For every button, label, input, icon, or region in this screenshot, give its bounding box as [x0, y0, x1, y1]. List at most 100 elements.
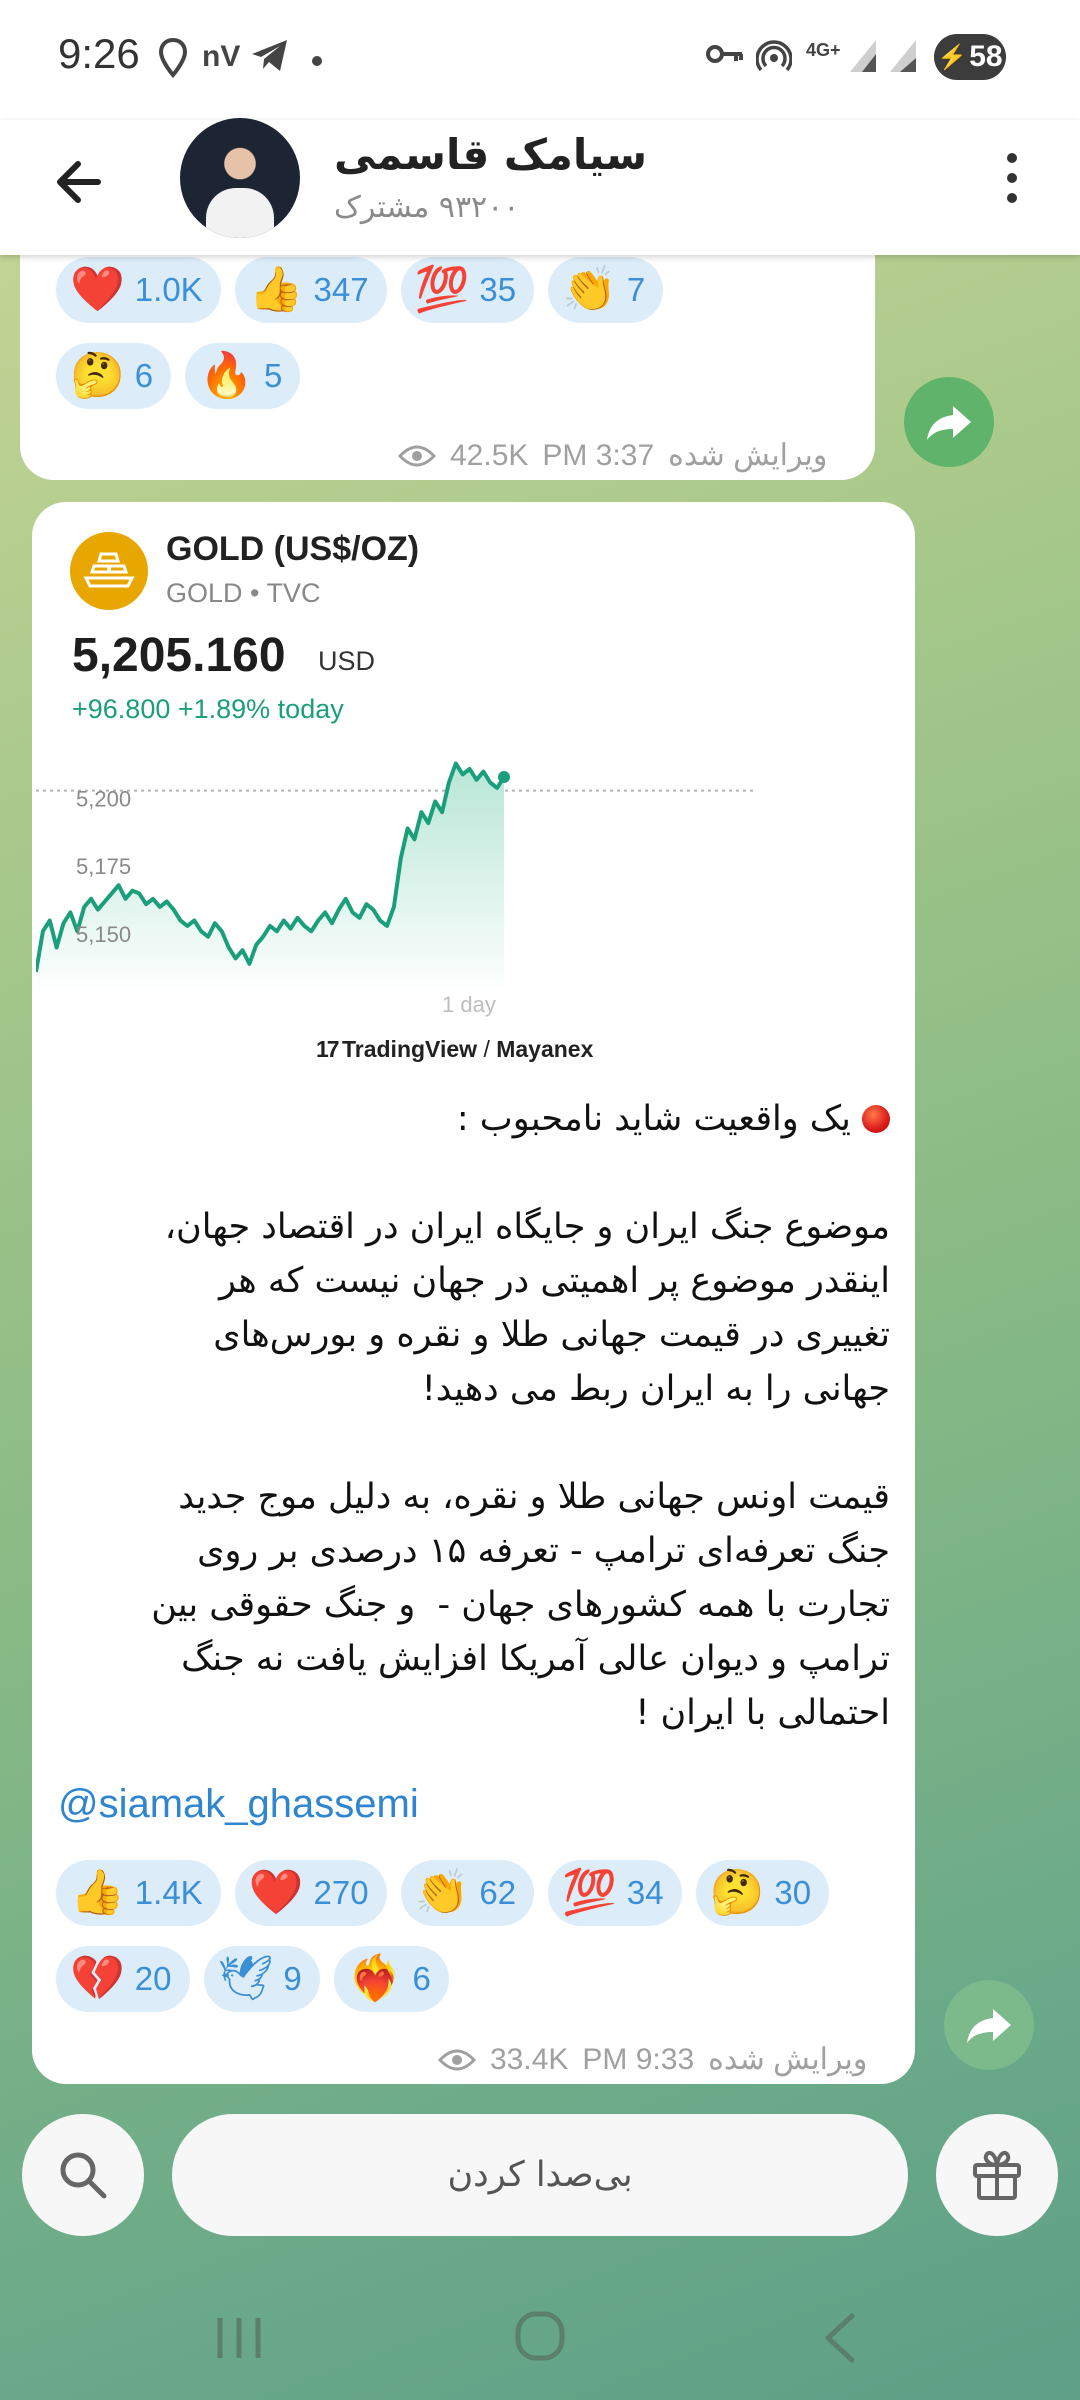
- reaction-chip[interactable]: 🤔 6: [56, 343, 172, 409]
- signal-2-icon: [888, 38, 918, 83]
- channel-link[interactable]: @siamak_ghassemi: [58, 1782, 419, 1827]
- reaction-emoji-icon: 💔: [70, 1954, 125, 2003]
- subscriber-count: ۹۳۲۰۰ مشترک: [334, 190, 520, 225]
- reactions-row: ❤️ 1.0K 👍 347 💯 35 👏 7 🤔 6 🔥 5: [56, 257, 736, 409]
- y-tick-label: 5,150: [76, 922, 131, 947]
- mute-button[interactable]: بی‌صدا کردن: [172, 2114, 908, 2236]
- share-arrow-icon: [927, 406, 971, 440]
- share-arrow-icon: [967, 2009, 1011, 2043]
- reaction-count: 5: [263, 357, 283, 394]
- network-type: 4G+: [806, 40, 841, 60]
- more-menu-button[interactable]: [992, 148, 1032, 208]
- reaction-count: 7: [626, 271, 646, 308]
- back-nav-icon[interactable]: [820, 2312, 860, 2364]
- reactions-row: 👍 1.4K ❤️ 270 👏 62 💯 34 🤔 30 💔 20 🕊 9 ❤️‍🔥 6: [56, 1860, 856, 2012]
- chart-last-point: [498, 771, 510, 784]
- reaction-chip[interactable]: ❤️ 270: [234, 1860, 387, 1926]
- system-nav-bar: [0, 2270, 1080, 2400]
- reaction-chip[interactable]: ❤️ 1.0K: [56, 257, 221, 323]
- reaction-count: 270: [313, 1874, 369, 1911]
- chart-source: 17 TradingView / Mayanex: [316, 1036, 593, 1063]
- post-paragraph-2: قیمت اونس جهانی طلا و نقره، به دلیل موج …: [151, 1477, 890, 1733]
- reaction-chip[interactable]: 👍 1.4K: [56, 1860, 221, 1926]
- reaction-emoji-icon: 👍: [248, 265, 304, 314]
- view-count: 42.5K: [450, 438, 529, 472]
- edited-label: ویرایش شده: [668, 439, 828, 472]
- x-axis-label: 1 day: [442, 992, 496, 1017]
- reaction-chip[interactable]: 💔 20: [56, 1946, 190, 2012]
- more-vertical-icon: [1007, 153, 1017, 203]
- channel-avatar[interactable]: [180, 118, 300, 238]
- reaction-chip[interactable]: 🕊 9: [203, 1946, 320, 2012]
- post-paragraph-1: موضوع جنگ ایران و جایگاه ایران در اقتصاد…: [164, 1207, 890, 1409]
- message-meta: 33.4K PM 9:33 ویرایش شده: [438, 2042, 867, 2077]
- reaction-chip[interactable]: ❤️‍🔥 6: [333, 1946, 449, 2012]
- message-meta: 42.5K PM 3:37 ویرایش شده: [398, 438, 827, 473]
- reaction-emoji-icon: 🔥: [199, 351, 254, 400]
- reaction-chip[interactable]: 👏 7: [548, 257, 664, 323]
- reaction-emoji-icon: 💯: [562, 1868, 617, 1917]
- views-eye-icon: [438, 2049, 476, 2070]
- status-time: 9:26: [58, 30, 140, 77]
- reaction-count: 34: [626, 1874, 664, 1911]
- share-button[interactable]: [904, 377, 994, 467]
- message-time: PM 3:37: [542, 438, 655, 472]
- card-subtitle: GOLD • TVC: [166, 578, 321, 608]
- reaction-count: 1.4K: [134, 1874, 203, 1911]
- gift-button[interactable]: [936, 2114, 1058, 2236]
- card-title: GOLD (US$/OZ): [166, 530, 420, 568]
- gold-price-chart[interactable]: 5,200 5,175 5,150 1 day: [36, 740, 766, 1020]
- battery-level: 58: [969, 40, 1003, 73]
- tradingview-label: TradingView: [341, 1036, 478, 1062]
- reaction-chip[interactable]: 💯 35: [400, 257, 535, 323]
- charging-icon: ⚡: [937, 43, 968, 71]
- reaction-chip[interactable]: 🤔 30: [695, 1860, 830, 1926]
- reaction-count: 9: [283, 1960, 302, 1997]
- post-text: یک واقعیت شاید نامحبوب : موضوع جنگ ایران…: [62, 1092, 890, 1740]
- edited-label: ویرایش شده: [708, 2043, 868, 2076]
- back-button[interactable]: [48, 150, 112, 214]
- reaction-emoji-icon: 💯: [414, 265, 470, 314]
- post-headline: یک واقعیت شاید نامحبوب :: [456, 1099, 862, 1139]
- reaction-count: 6: [134, 357, 154, 394]
- y-tick-label: 5,200: [76, 787, 131, 812]
- reaction-count: 1.0K: [134, 271, 203, 308]
- y-tick-label: 5,175: [76, 854, 131, 879]
- reaction-emoji-icon: ❤️: [70, 265, 125, 314]
- key-icon: [705, 38, 745, 78]
- search-icon: [60, 2152, 107, 2199]
- search-button[interactable]: [22, 2114, 144, 2236]
- message-time: PM 9:33: [582, 2042, 695, 2076]
- channel-name[interactable]: سیامک قاسمی: [334, 130, 647, 179]
- reaction-emoji-icon: 🤔: [70, 351, 125, 400]
- reaction-count: 35: [479, 271, 517, 308]
- reaction-count: 62: [479, 1874, 517, 1911]
- telegram-icon: [250, 38, 290, 83]
- card-currency: USD: [318, 646, 376, 676]
- reaction-chip[interactable]: 💯 34: [548, 1860, 682, 1926]
- reaction-chip[interactable]: 👍 347: [234, 257, 387, 323]
- reaction-emoji-icon: 🕊: [217, 1954, 274, 2003]
- reaction-count: 30: [774, 1874, 812, 1911]
- reaction-chip[interactable]: 👏 62: [400, 1860, 535, 1926]
- source-separator: /: [483, 1036, 490, 1062]
- reaction-emoji-icon: ❤️: [248, 1868, 304, 1917]
- reaction-emoji-icon: 👏: [562, 265, 617, 314]
- hotspot-icon: [755, 38, 793, 83]
- card-change: +96.800 +1.89% today: [72, 694, 344, 724]
- location-icon: [158, 37, 188, 87]
- mayanex-label: Mayanex: [496, 1036, 594, 1062]
- reaction-emoji-icon: 👍: [70, 1868, 125, 1917]
- card-price: 5,205.160: [72, 629, 286, 682]
- reaction-count: 20: [134, 1960, 172, 1997]
- reaction-count: 6: [412, 1960, 431, 1997]
- battery-indicator: ⚡ 58: [934, 34, 1006, 80]
- gift-icon: [973, 2150, 1021, 2200]
- recent-apps-icon[interactable]: [214, 2314, 264, 2362]
- reaction-emoji-icon: 🤔: [709, 1868, 765, 1917]
- share-button[interactable]: [944, 1980, 1034, 2070]
- home-icon[interactable]: [514, 2310, 566, 2362]
- nv-app-icon: nV: [202, 40, 241, 73]
- reaction-chip[interactable]: 🔥 5: [185, 343, 301, 409]
- back-arrow-icon: [57, 161, 101, 203]
